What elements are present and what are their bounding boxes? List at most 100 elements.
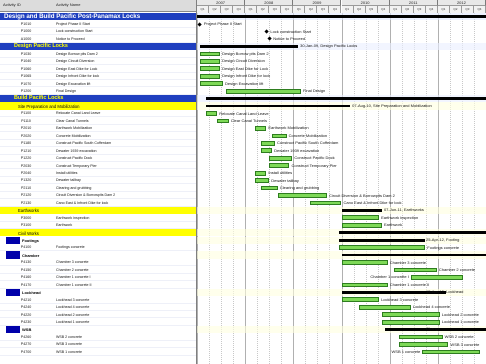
activity-bar[interactable] bbox=[341, 260, 388, 265]
activity-bar[interactable] bbox=[254, 170, 267, 176]
activity-row[interactable]: P4210 Lockhead 3 concrete bbox=[0, 296, 196, 304]
activity-row[interactable]: P1180 Construct Pacific South Cofferdam bbox=[0, 139, 196, 148]
activity-bar[interactable] bbox=[199, 73, 221, 79]
activity-bar[interactable] bbox=[399, 342, 449, 347]
activity-bar[interactable] bbox=[225, 88, 302, 94]
wbs-row[interactable]: Chamber bbox=[0, 251, 196, 259]
activity-row[interactable]: P4700 WSB 1 concrete bbox=[0, 348, 196, 356]
activity-bar[interactable] bbox=[341, 282, 388, 288]
activity-row[interactable]: P1010 Project Phase II Start bbox=[0, 20, 196, 28]
wbs-row[interactable]: Lockhead bbox=[0, 288, 196, 297]
summary-bar[interactable] bbox=[205, 97, 486, 100]
activity-bar[interactable] bbox=[341, 297, 380, 303]
activity-row[interactable]: P2120 Circuit Diversion & Borrowpits Dam … bbox=[0, 191, 196, 200]
column-header-activity-name[interactable]: Activity Name bbox=[56, 2, 80, 7]
activity-bar[interactable] bbox=[260, 185, 278, 191]
activity-bar[interactable] bbox=[277, 193, 328, 198]
activity-row[interactable]: P1065 Design Infront Dike for lock bbox=[0, 72, 196, 81]
activity-bar[interactable] bbox=[254, 126, 267, 131]
activity-row[interactable]: P1320 Dewater tailbay bbox=[0, 176, 196, 185]
activity-row[interactable]: P1000 Lock construction Start bbox=[0, 27, 196, 36]
activity-row[interactable]: P2130 Cano East & Infront Dike for lock bbox=[0, 199, 196, 207]
activity-row[interactable]: P1030 Design Borrow pits Dam 2 bbox=[0, 50, 196, 58]
activity-row[interactable]: P4170 Chamber 1 concrete II bbox=[0, 281, 196, 289]
activity-bar[interactable] bbox=[199, 81, 223, 87]
summary-bar[interactable] bbox=[199, 45, 299, 48]
wbs-level-marker bbox=[6, 251, 20, 259]
activity-bar[interactable] bbox=[341, 222, 382, 228]
milestone-marker[interactable] bbox=[197, 21, 203, 27]
activity-row[interactable]: P1070 Design Excavation lift bbox=[0, 80, 196, 88]
activity-bar[interactable] bbox=[338, 245, 426, 251]
activity-bar[interactable] bbox=[381, 319, 440, 325]
activity-row[interactable]: P2040 Install utilities bbox=[0, 169, 196, 177]
activity-row[interactable]: P3100 Earthwork bbox=[0, 221, 196, 230]
wbs-row[interactable]: WSB bbox=[0, 325, 196, 334]
activity-bar[interactable] bbox=[269, 155, 293, 161]
milestone-marker[interactable] bbox=[264, 29, 269, 34]
activity-row[interactable]: P4260 WSB 2 concrete bbox=[0, 333, 196, 341]
activity-row[interactable]: P1060 Design East Dike for Lock bbox=[0, 65, 196, 73]
activity-bar[interactable] bbox=[199, 51, 221, 57]
summary-bar[interactable] bbox=[341, 209, 382, 212]
activity-row[interactable]: P4100 Footings concrete bbox=[0, 243, 196, 252]
activity-bar[interactable] bbox=[410, 275, 463, 280]
activity-row[interactable]: P4230 Lockhead 1 concrete bbox=[0, 318, 196, 326]
wbs-row[interactable]: Build Pacific Locks bbox=[0, 94, 196, 103]
activity-row[interactable]: P2010 Earthwork Mobilization bbox=[0, 124, 196, 133]
wbs-row[interactable]: Footings bbox=[0, 236, 196, 244]
activity-bar[interactable] bbox=[341, 215, 380, 221]
activity-row[interactable]: P1220 Construct Pacific Dock bbox=[0, 154, 196, 162]
activity-row[interactable]: P1210 Dewater 1939 excavation bbox=[0, 147, 196, 155]
activity-row[interactable]: P1100 Relocate Canal Land Leave bbox=[0, 109, 196, 118]
activity-row[interactable]: P2110 Clearing and grubbing bbox=[0, 184, 196, 192]
summary-bar[interactable] bbox=[205, 104, 351, 108]
activity-bar[interactable] bbox=[199, 59, 221, 64]
activity-row[interactable]: A1000 Notice to Proceed bbox=[0, 35, 196, 43]
activity-row[interactable]: P4130 Chamber 3 concrete bbox=[0, 258, 196, 267]
wbs-row[interactable]: Site Preparation and Mobilization bbox=[0, 102, 196, 110]
activity-bar[interactable] bbox=[260, 140, 276, 146]
summary-bar[interactable] bbox=[341, 253, 486, 257]
bar-label: Chamber 3 concrete bbox=[389, 259, 426, 265]
activity-bar[interactable] bbox=[381, 312, 440, 318]
activity-bar[interactable] bbox=[422, 349, 481, 355]
timescale-quarter: Q2 bbox=[305, 6, 318, 13]
summary-bar[interactable] bbox=[197, 15, 486, 19]
wbs-row[interactable]: Design and Build Pacific Post-Panamax Lo… bbox=[0, 13, 196, 21]
activity-bar[interactable] bbox=[269, 163, 290, 169]
activity-row[interactable]: P4220 Lockhead 2 concrete bbox=[0, 311, 196, 319]
column-header-activity-id[interactable]: Activity ID bbox=[3, 2, 21, 7]
activity-row[interactable]: P4270 WSB 3 concrete bbox=[0, 340, 196, 349]
timescale-quarter: Q1 bbox=[245, 6, 258, 13]
activity-row[interactable]: P4240 Lockhead 4 concrete bbox=[0, 303, 196, 311]
milestone-marker[interactable] bbox=[266, 36, 272, 42]
activity-bar[interactable] bbox=[199, 66, 221, 72]
activity-bar[interactable] bbox=[217, 118, 229, 124]
activity-bar[interactable] bbox=[205, 111, 218, 116]
activity-row[interactable]: P2020 Concrete Mobilization bbox=[0, 132, 196, 140]
activity-id: P4270 bbox=[20, 342, 32, 347]
wbs-row[interactable]: Design Pacific Locks bbox=[0, 42, 196, 51]
activity-bar[interactable] bbox=[272, 133, 287, 139]
activity-row[interactable]: P4150 Chamber 2 concrete bbox=[0, 266, 196, 274]
summary-bar[interactable] bbox=[338, 231, 486, 235]
activity-row[interactable]: P1040 Design Circuit Diversion bbox=[0, 57, 196, 66]
activity-row[interactable]: P4160 Chamber 1 concrete I bbox=[0, 273, 196, 282]
activity-row[interactable]: P3000 Earthwork inspection bbox=[0, 214, 196, 222]
activity-bar[interactable] bbox=[399, 334, 443, 340]
activity-name: WSB 3 concrete bbox=[56, 342, 82, 347]
activity-bar[interactable] bbox=[254, 178, 270, 184]
activity-id: P2040 bbox=[20, 170, 32, 175]
activity-bar[interactable] bbox=[260, 148, 273, 154]
activity-name: Clear Canal Tunnels bbox=[56, 118, 89, 123]
activity-row[interactable]: P1200 Final Design bbox=[0, 87, 196, 95]
activity-bar[interactable] bbox=[358, 304, 411, 310]
summary-bar[interactable] bbox=[338, 238, 426, 242]
activity-row[interactable]: P1110 Clear Canal Tunnels bbox=[0, 117, 196, 125]
activity-bar[interactable] bbox=[393, 267, 437, 273]
activity-bar[interactable] bbox=[309, 200, 342, 206]
wbs-row[interactable]: Civil Works bbox=[0, 229, 196, 237]
activity-row[interactable]: P2030 Construct Temporary Pier bbox=[0, 162, 196, 170]
wbs-row[interactable]: Earthworks bbox=[0, 206, 196, 215]
